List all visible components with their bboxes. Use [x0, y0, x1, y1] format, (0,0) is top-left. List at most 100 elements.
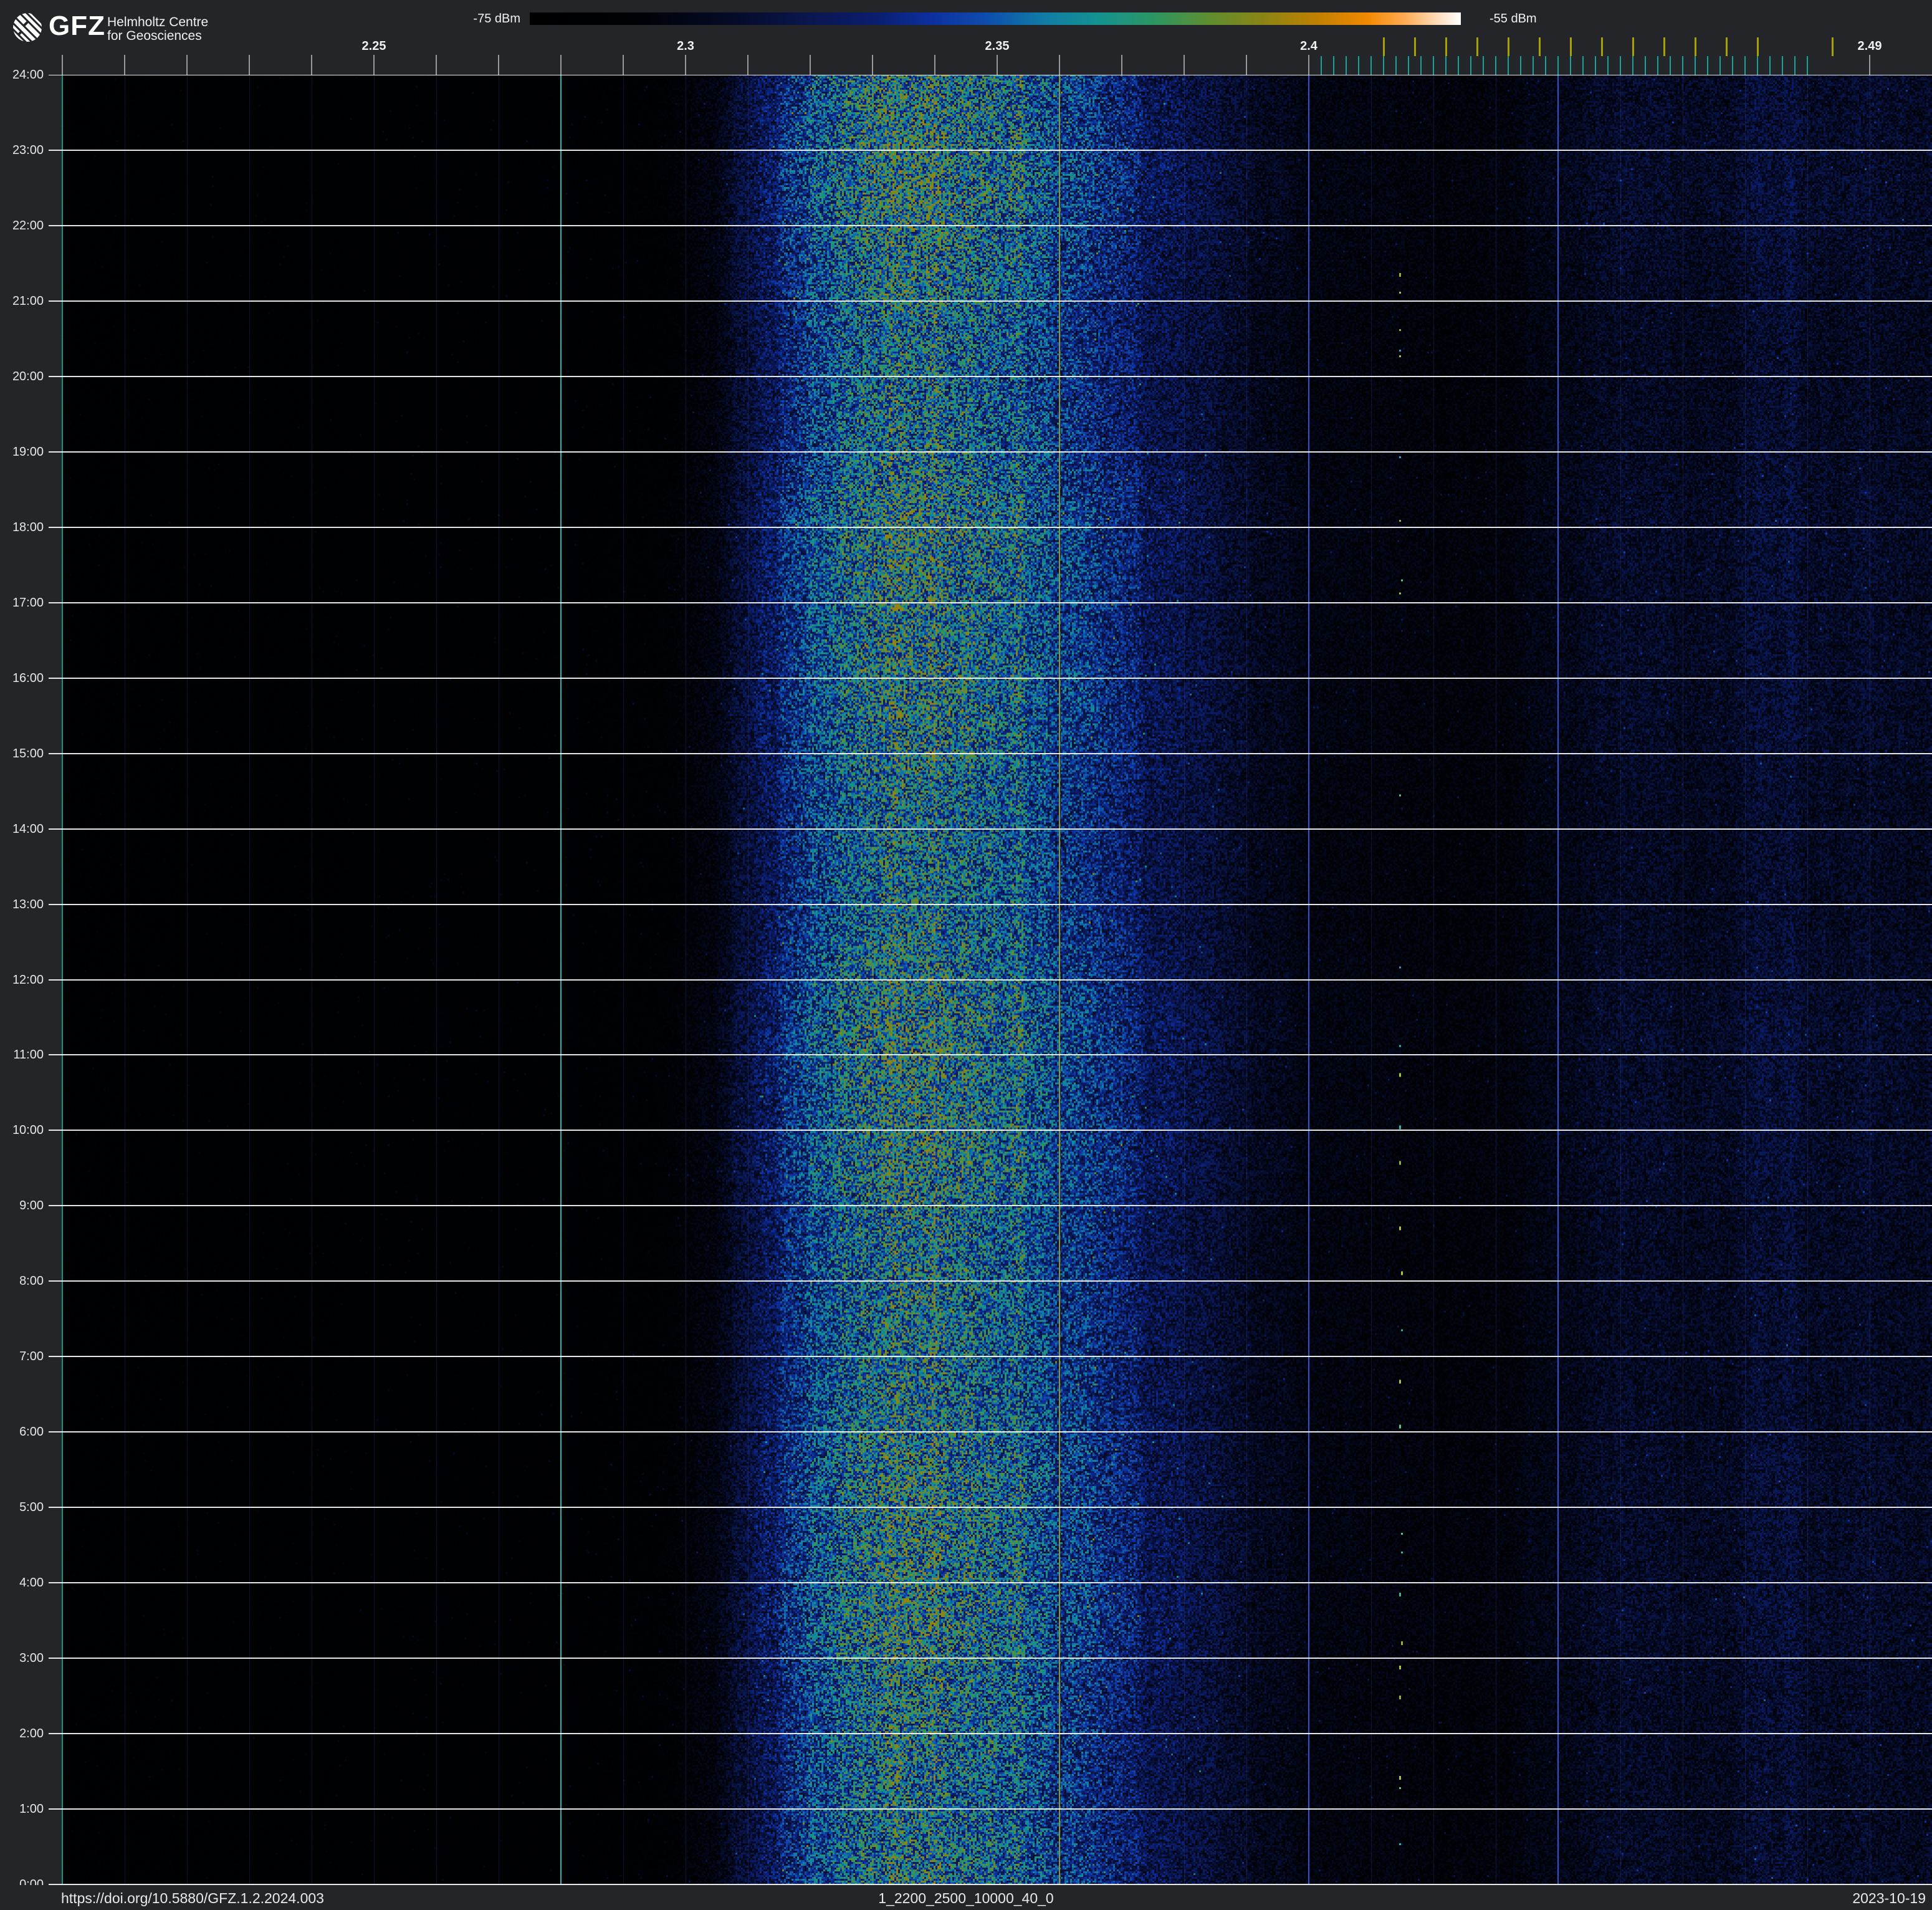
wifi-channel-tick: [1539, 37, 1541, 56]
wifi-channel-tick: [1508, 37, 1509, 56]
hour-gridline: [49, 1733, 1932, 1735]
ble-channel-tick: [1383, 56, 1384, 75]
ble-channel-tick: [1719, 56, 1721, 75]
frequency-minor-tick: [62, 55, 63, 75]
time-tick-label: 8:00: [19, 1274, 44, 1289]
time-tick-label: 20:00: [12, 369, 44, 383]
time-tick-label: 21:00: [12, 294, 44, 308]
frequency-minor-tick: [623, 55, 624, 75]
footer-bar: https://doi.org/10.5880/GFZ.1.2.2024.003…: [0, 1885, 1932, 1910]
ble-channel-tick: [1794, 56, 1796, 75]
frequency-minor-tick: [1184, 55, 1185, 75]
hour-gridline: [49, 1130, 1932, 1131]
hour-gridline: [49, 451, 1932, 453]
logo-subtitle-line2: for Geosciences: [107, 29, 202, 43]
hour-gridline: [49, 1205, 1932, 1207]
colorbar-max-label: -55 dBm: [1490, 12, 1537, 26]
ble-channel-tick: [1395, 56, 1397, 75]
hour-gridline: [49, 1808, 1932, 1810]
ble-channel-tick: [1333, 56, 1334, 75]
frequency-minor-tick: [436, 55, 437, 75]
hour-gridline: [49, 300, 1932, 302]
ble-channel-tick: [1370, 56, 1372, 75]
time-tick-label: 14:00: [12, 822, 44, 836]
wifi-channel-tick: [1476, 37, 1478, 56]
time-tick-label: 22:00: [12, 218, 44, 233]
ble-channel-tick: [1782, 56, 1783, 75]
frequency-minor-tick: [186, 55, 188, 75]
frequency-minor-tick: [810, 55, 811, 75]
ble-channel-tick: [1632, 56, 1633, 75]
hour-gridline: [49, 1431, 1932, 1433]
ble-channel-tick: [1358, 56, 1359, 75]
ble-channel-tick: [1670, 56, 1671, 75]
ble-channel-tick: [1445, 56, 1447, 75]
ble-channel-tick: [1495, 56, 1496, 75]
frequency-minor-tick: [747, 55, 748, 75]
time-tick-label: 11:00: [13, 1048, 44, 1062]
ble-channel-tick: [1757, 56, 1758, 75]
time-tick-label: 17:00: [12, 595, 44, 610]
wifi-channel-tick: [1414, 37, 1416, 56]
wifi-channel-tick: [1695, 37, 1696, 56]
time-tick-label: 15:00: [12, 746, 44, 761]
ble-channel-tick: [1620, 56, 1621, 75]
hour-gridline: [49, 828, 1932, 830]
time-tick-label: 23:00: [12, 143, 44, 157]
wifi-channel-tick: [1663, 37, 1665, 56]
time-tick-label: 13:00: [12, 897, 44, 911]
frequency-minor-tick: [311, 55, 312, 75]
ble-channel-tick: [1707, 56, 1708, 75]
colorbar-gradient: [530, 12, 1461, 25]
time-tick-label: 5:00: [19, 1500, 44, 1515]
hour-gridline: [49, 224, 1932, 226]
ble-channel-tick: [1732, 56, 1733, 75]
time-tick-label: 4:00: [19, 1576, 44, 1590]
time-tick-label: 1:00: [19, 1802, 44, 1816]
frequency-tick-label: 2.3: [677, 39, 694, 53]
hour-gridline: [49, 903, 1932, 905]
frequency-minor-tick: [872, 55, 873, 75]
ble-channel-tick: [1695, 56, 1696, 75]
wifi-channel-tick: [1726, 37, 1728, 56]
frequency-tick-label: 2.49: [1857, 39, 1882, 53]
logo-org-text: GFZ: [49, 11, 105, 41]
time-tick-label: 9:00: [19, 1199, 44, 1213]
time-tick-label: 6:00: [19, 1425, 44, 1439]
ble-channel-tick: [1807, 56, 1808, 75]
ble-channel-tick: [1508, 56, 1509, 75]
spectrogram-page: GFZ Helmholtz Centre for Geosciences -75…: [0, 0, 1932, 1910]
frequency-minor-tick: [373, 55, 375, 75]
ble-channel-tick: [1321, 56, 1322, 75]
ble-channel-tick: [1545, 56, 1546, 75]
hour-gridline: [49, 1054, 1932, 1056]
time-tick-label: 16:00: [12, 671, 44, 685]
time-tick-label: 2:00: [19, 1727, 44, 1741]
time-tick-label: 7:00: [19, 1350, 44, 1364]
date-label: 2023-10-19: [1852, 1890, 1926, 1906]
wifi-channel-tick: [1632, 37, 1634, 56]
hour-gridline: [49, 752, 1932, 754]
frequency-tick-label: 2.35: [985, 39, 1010, 53]
wifi-channel-tick: [1383, 37, 1385, 56]
time-tick-label: 12:00: [12, 972, 44, 987]
ble-channel-tick: [1769, 56, 1771, 75]
ble-channel-tick: [1458, 56, 1459, 75]
ble-channel-tick: [1433, 56, 1434, 75]
frequency-minor-tick: [997, 55, 998, 75]
logo-subtitle: Helmholtz Centre for Geosciences: [107, 16, 208, 43]
frequency-minor-tick: [1869, 55, 1870, 75]
ble-channel-tick: [1470, 56, 1471, 75]
wifi-channel-tick: [1601, 37, 1603, 56]
hour-gridline: [49, 1280, 1932, 1282]
hour-gridline: [49, 149, 1932, 151]
frequency-minor-tick: [1246, 55, 1247, 75]
frequency-minor-tick: [249, 55, 250, 75]
frequency-tick-label: 2.4: [1300, 39, 1317, 53]
time-tick-label: 3:00: [19, 1651, 44, 1666]
ble-channel-tick: [1557, 56, 1559, 75]
dataset-filename: 1_2200_2500_10000_40_0: [878, 1890, 1054, 1906]
time-tick-label: 10:00: [12, 1123, 44, 1138]
hour-gridline: [49, 602, 1932, 603]
frequency-minor-tick: [1308, 55, 1309, 75]
